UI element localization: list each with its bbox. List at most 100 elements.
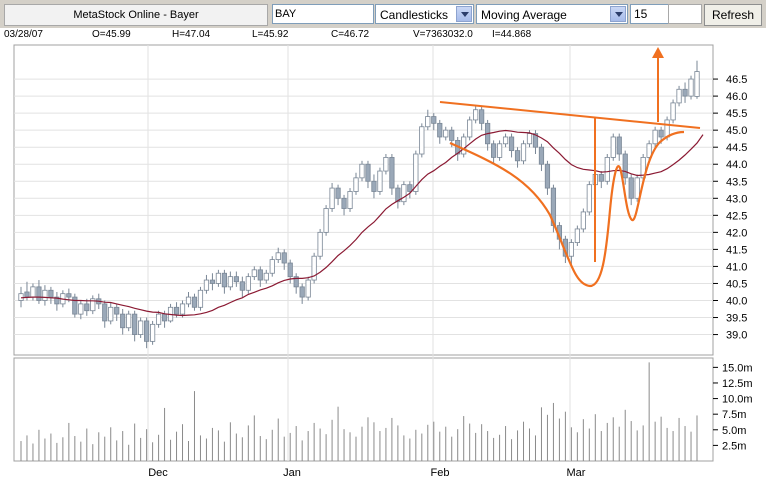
candle-body [114, 306, 120, 315]
candle-body [132, 313, 138, 335]
candle-body [371, 180, 377, 192]
price-tick-label: 43.0 [726, 193, 747, 205]
candle-body [634, 177, 640, 199]
candle-body [287, 262, 293, 278]
price-axis: 46.5 46.0 45.5 45.0 44.5 44.0 43.5 43.0 42.5 42.0… [713, 74, 747, 342]
candle-body [84, 303, 90, 312]
month-label: Mar [567, 467, 586, 479]
price-tick-label: 40.0 [726, 295, 747, 307]
candle-body [443, 129, 449, 138]
candle-body [126, 313, 132, 329]
volume-tick-label: 15.0m [722, 362, 753, 374]
candle-body [628, 177, 634, 199]
candle-body [78, 303, 84, 315]
price-tick-label: 46.0 [726, 91, 747, 103]
candle-body [670, 102, 676, 121]
candle-body [479, 109, 485, 124]
candle-body [24, 291, 30, 298]
candle-body [150, 323, 156, 342]
volume-tick-label: 2.5m [722, 440, 746, 452]
price-tick-label: 46.5 [726, 74, 747, 86]
candle-body [508, 136, 515, 152]
candle-body [652, 129, 658, 145]
candle-body [66, 293, 72, 298]
volume-tick-label: 7.5m [722, 409, 746, 421]
candle-body [359, 163, 365, 179]
price-tick-label: 45.0 [726, 125, 747, 137]
candle-body [18, 293, 24, 301]
candle-body [610, 136, 616, 158]
candle-body [622, 153, 628, 179]
candle-body [604, 157, 610, 182]
price-tick-label: 41.0 [726, 261, 747, 273]
candle-body [496, 143, 503, 158]
candle-body [173, 306, 180, 315]
candle-body [383, 157, 389, 172]
price-tick-label: 42.5 [726, 210, 747, 222]
candle-body [30, 286, 36, 298]
candle-body [586, 184, 592, 213]
candle-body [526, 133, 533, 145]
candle-body [473, 109, 479, 121]
price-tick-label: 43.5 [726, 176, 747, 188]
candle-body [389, 157, 395, 189]
candle-body [664, 119, 670, 138]
candle-body [281, 252, 287, 264]
month-label: Dec [148, 467, 168, 479]
volume-axis: 15.0m 12.5m 10.0m 7.5m 5.0m 2.5m [713, 362, 753, 452]
price-tick-label: 40.5 [726, 278, 747, 290]
price-tick-label: 44.0 [726, 159, 747, 171]
candle-body [299, 286, 305, 298]
candle-body [491, 143, 497, 158]
candle-body [544, 163, 551, 189]
candle-body [102, 303, 108, 322]
candle-body [688, 78, 694, 97]
candle-body [682, 88, 688, 97]
candle-body [108, 306, 114, 322]
candle-body [598, 174, 604, 182]
volume-tick-label: 10.0m [722, 394, 753, 406]
candle-body [179, 303, 186, 315]
volume-panel [13, 357, 714, 462]
candle-body [425, 116, 431, 128]
candle-body [251, 269, 257, 278]
price-tick-label: 39.5 [726, 313, 747, 325]
price-tick-label: 39.0 [726, 330, 747, 342]
candle-body [275, 252, 281, 261]
candle-body [574, 228, 580, 243]
candle-body [317, 231, 323, 257]
price-tick-label: 41.5 [726, 244, 747, 256]
candle-body [191, 296, 198, 308]
candle-body [36, 286, 42, 301]
volume-tick-label: 12.5m [722, 378, 753, 390]
candle-body [197, 289, 204, 308]
candle-body [419, 126, 425, 155]
candle-body [269, 259, 275, 274]
candle-body [437, 122, 443, 138]
candle-body [48, 289, 54, 298]
candle-body [239, 281, 245, 291]
candle-body [538, 146, 545, 165]
candle-body [520, 143, 527, 162]
candle-body [335, 187, 341, 199]
candle-body [120, 313, 126, 329]
price-tick-label: 45.5 [726, 108, 747, 120]
candle-body [347, 191, 353, 209]
candle-body [305, 279, 311, 298]
candlestick-chart: 46.5 46.0 45.5 45.0 44.5 44.0 43.5 43.0 42.5 42.0… [13, 44, 753, 479]
candle-body [616, 136, 622, 155]
candle-body [502, 136, 509, 145]
candle-body [694, 71, 700, 97]
candle-body [676, 88, 682, 104]
candle-body [215, 272, 222, 284]
candle-body [353, 177, 359, 192]
candle-body [161, 313, 168, 322]
candle-body [329, 187, 335, 209]
candle-body [323, 208, 329, 233]
candle-body [138, 320, 144, 335]
candle-body [257, 269, 263, 281]
candle-body [42, 289, 48, 301]
candle-body [185, 296, 192, 305]
month-label: Feb [431, 467, 450, 479]
candle-body [407, 184, 413, 192]
